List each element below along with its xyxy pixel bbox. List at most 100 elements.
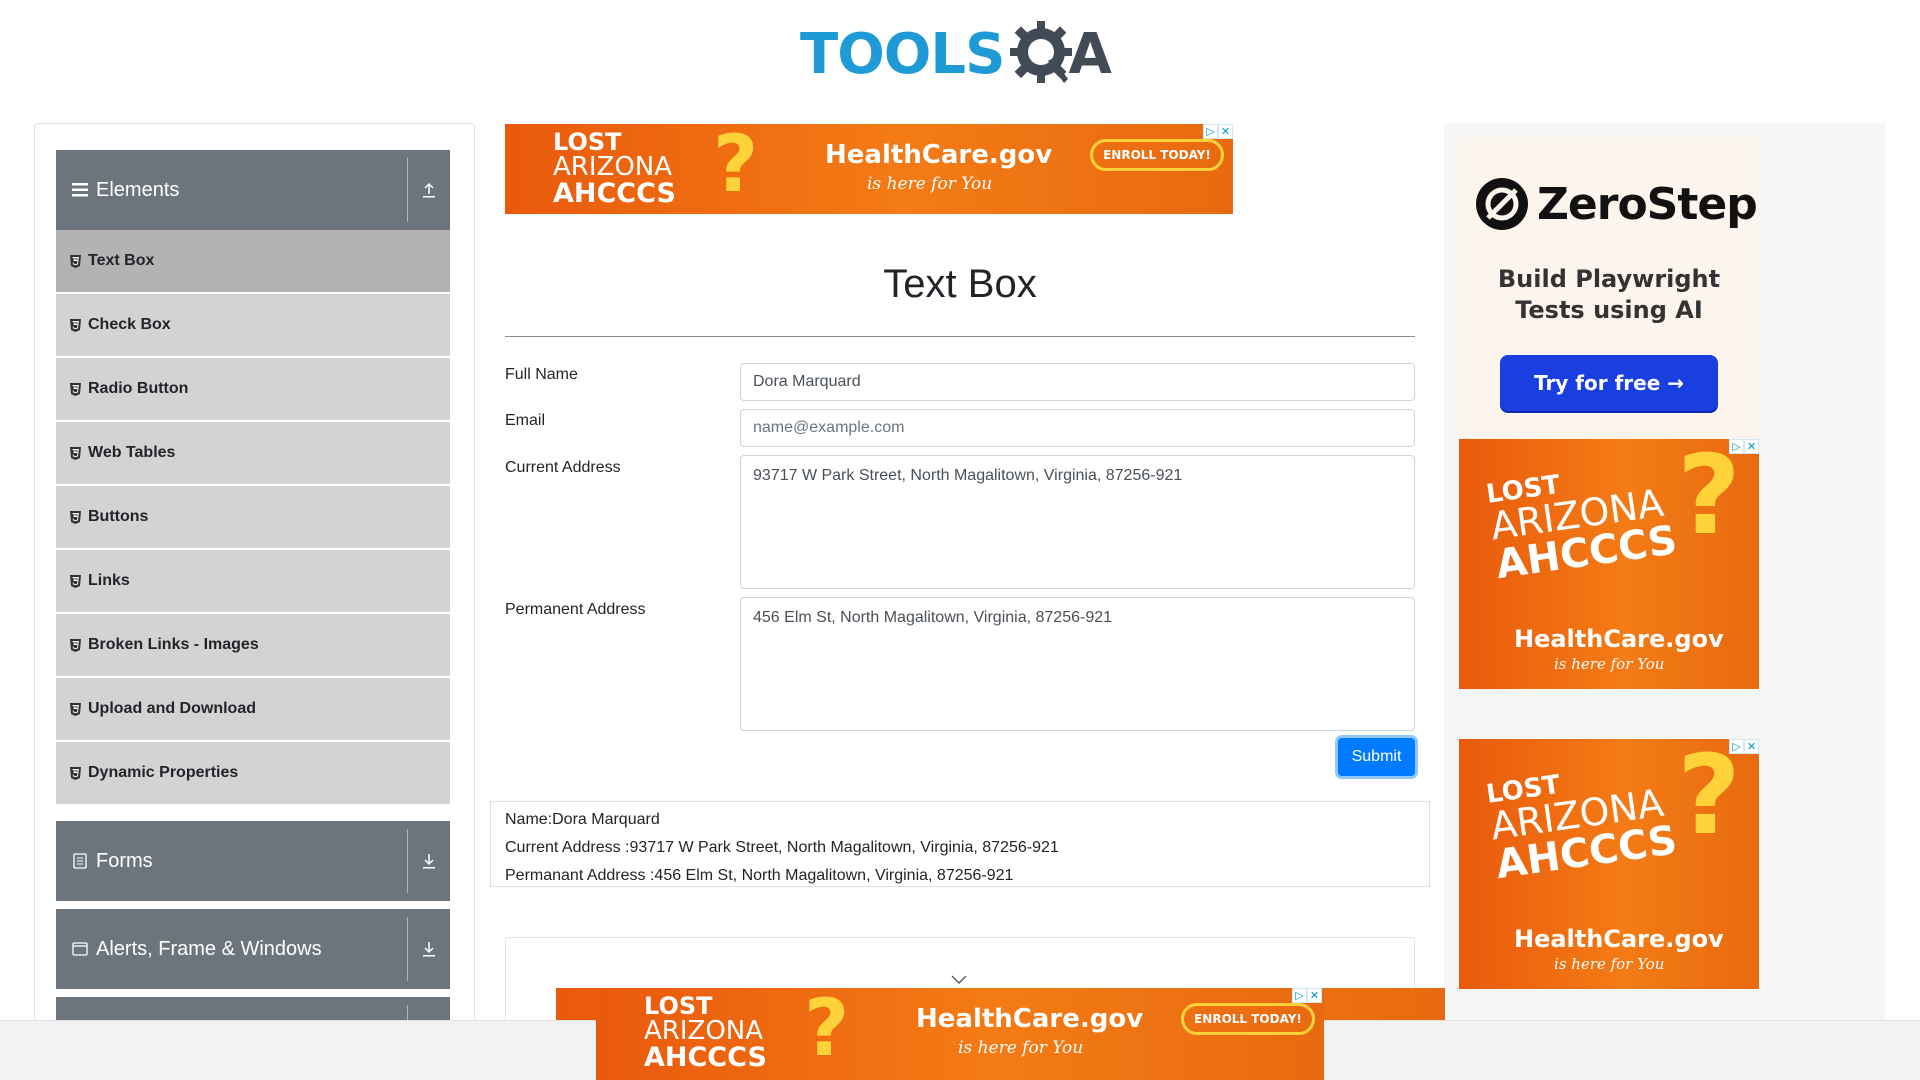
- expand-arrow-down-icon[interactable]: [408, 941, 450, 957]
- sidebar-item-label: Text Box: [88, 252, 155, 269]
- ad-banner-bottom[interactable]: LOST ARIZONA AHCCCS ? HealthCare.gov is …: [596, 988, 1324, 1080]
- title-divider: [505, 336, 1415, 337]
- current-address-textarea[interactable]: [740, 455, 1415, 589]
- sidebar-item-dynamic-properties[interactable]: Dynamic Properties: [56, 742, 450, 804]
- page-title: Text Box: [883, 262, 1037, 306]
- question-mark-icon: ?: [1677, 739, 1741, 859]
- output-panel: Name:Dora Marquard Current Address :9371…: [490, 801, 1430, 887]
- sidebar-item-buttons[interactable]: Buttons: [56, 486, 450, 548]
- gear-q-icon: [1008, 17, 1074, 91]
- html5-icon: [70, 510, 82, 524]
- logo-text-a: A: [1068, 21, 1111, 87]
- sidebar-item-upload-download[interactable]: Upload and Download: [56, 678, 450, 740]
- ad-close-icon[interactable]: ✕: [1218, 124, 1233, 139]
- ad-square-1[interactable]: LOST ARIZONA AHCCCS ? HealthCare.gov is …: [1459, 439, 1759, 689]
- ad-info-icon[interactable]: ▷: [1729, 739, 1744, 754]
- ad-healthcare-text: HealthCare.gov: [1514, 625, 1724, 653]
- output-name: Name:Dora Marquard: [505, 811, 660, 828]
- ad-tagline: is here for You: [867, 174, 993, 194]
- sidebar-item-label: Upload and Download: [88, 700, 256, 717]
- sidebar-group-forms[interactable]: Forms: [56, 821, 450, 901]
- html5-icon: [70, 574, 82, 588]
- ad-healthcare-text: HealthCare.gov: [1514, 925, 1724, 953]
- ad-lost-text: LOST ARIZONA AHCCCS: [644, 992, 767, 1073]
- current-address-label: Current Address: [505, 459, 621, 476]
- sidebar-item-label: Links: [88, 572, 130, 589]
- ad-tagline: is here for You: [1554, 955, 1665, 973]
- sidebar-item-label: Check Box: [88, 316, 171, 333]
- question-mark-icon: ?: [804, 988, 850, 1074]
- question-mark-icon: ?: [1677, 439, 1741, 559]
- group-label: Forms: [96, 849, 153, 872]
- ad-close-icon[interactable]: ✕: [1744, 439, 1759, 454]
- zerostep-icon: [1476, 178, 1528, 230]
- full-name-input[interactable]: [740, 363, 1415, 401]
- collapse-arrow-up-icon[interactable]: [408, 182, 450, 198]
- email-label: Email: [505, 412, 546, 429]
- hamburger-icon: [70, 183, 90, 197]
- permanent-address-textarea[interactable]: [740, 597, 1415, 731]
- sidebar-item-label: Web Tables: [88, 444, 176, 461]
- ad-enroll-button[interactable]: ENROLL TODAY!: [1090, 139, 1224, 171]
- sidebar-item-label: Buttons: [88, 508, 149, 525]
- ad-info-icon[interactable]: ▷: [1292, 988, 1307, 1003]
- sidebar-item-label: Broken Links - Images: [88, 636, 259, 653]
- html5-icon: [70, 766, 82, 780]
- sidebar-item-text-box[interactable]: Text Box: [56, 230, 450, 292]
- ad-tagline: is here for You: [958, 1038, 1084, 1058]
- window-icon: [70, 942, 90, 956]
- sidebar-item-label: Radio Button: [88, 380, 189, 397]
- html5-icon: [70, 702, 82, 716]
- ad-healthcare-text: HealthCare.gov: [916, 1004, 1144, 1034]
- zerostep-logo: ZeroStep: [1475, 177, 1758, 231]
- sidebar-group-alerts[interactable]: Alerts, Frame & Windows: [56, 909, 450, 989]
- zerostep-tagline: Build Playwright Tests using AI: [1497, 265, 1721, 324]
- ad-lost-text: LOST ARIZONA AHCCCS: [1484, 769, 1680, 889]
- ad-choices[interactable]: ▷ ✕: [1729, 439, 1759, 454]
- try-for-free-button[interactable]: Try for free →: [1500, 355, 1718, 411]
- ad-banner-top[interactable]: LOST ARIZONA AHCCCS ? HealthCare.gov is …: [505, 124, 1233, 214]
- output-permanent-address: Permanant Address :456 Elm St, North Mag…: [505, 867, 1014, 884]
- document-icon: [70, 853, 90, 869]
- ad-square-2[interactable]: LOST ARIZONA AHCCCS ? HealthCare.gov is …: [1459, 739, 1759, 989]
- html5-icon: [70, 446, 82, 460]
- submit-button[interactable]: Submit: [1338, 738, 1415, 776]
- ad-lost-text: LOST ARIZONA AHCCCS: [553, 128, 676, 209]
- sticky-ad-choices[interactable]: ▷ ✕: [1292, 988, 1322, 1003]
- ad-choices[interactable]: ▷ ✕: [1729, 739, 1759, 754]
- group-label: Alerts, Frame & Windows: [96, 937, 322, 960]
- group-label: Elements: [96, 178, 180, 201]
- html5-icon: [70, 254, 82, 268]
- ad-close-icon[interactable]: ✕: [1744, 739, 1759, 754]
- toolsqa-logo[interactable]: TOOLS A: [800, 14, 1112, 94]
- zerostep-ad[interactable]: ZeroStep Build Playwright Tests using AI…: [1459, 137, 1759, 439]
- logo-text-tools: TOOLS: [800, 21, 1005, 87]
- ad-close-icon[interactable]: ✕: [1307, 988, 1322, 1003]
- sidebar-item-links[interactable]: Links: [56, 550, 450, 612]
- html5-icon: [70, 638, 82, 652]
- page: TOOLS A Elements Text Box Check Box Radi…: [0, 0, 1920, 1080]
- sidebar-item-web-tables[interactable]: Web Tables: [56, 422, 450, 484]
- ad-healthcare-text: HealthCare.gov: [825, 140, 1053, 170]
- ad-info-icon[interactable]: ▷: [1729, 439, 1744, 454]
- sidebar-item-check-box[interactable]: Check Box: [56, 294, 450, 356]
- expand-arrow-down-icon[interactable]: [408, 853, 450, 869]
- html5-icon: [70, 382, 82, 396]
- ad-info-icon[interactable]: ▷: [1203, 124, 1218, 139]
- full-name-label: Full Name: [505, 366, 578, 383]
- sidebar-item-radio-button[interactable]: Radio Button: [56, 358, 450, 420]
- ad-tagline: is here for You: [1554, 655, 1665, 673]
- html5-icon: [70, 318, 82, 332]
- permanent-address-label: Permanent Address: [505, 601, 646, 618]
- zerostep-name: ZeroStep: [1537, 178, 1758, 230]
- email-input[interactable]: [740, 409, 1415, 447]
- ad-choices[interactable]: ▷ ✕: [1203, 124, 1233, 139]
- output-current-address: Current Address :93717 W Park Street, No…: [505, 839, 1059, 856]
- question-mark-icon: ?: [713, 124, 759, 210]
- ad-lost-text: LOST ARIZONA AHCCCS: [1484, 469, 1680, 589]
- sidebar-item-broken-links[interactable]: Broken Links - Images: [56, 614, 450, 676]
- sidebar-group-elements[interactable]: Elements: [56, 150, 450, 230]
- sidebar-item-label: Dynamic Properties: [88, 764, 239, 781]
- sidebar: Elements Text Box Check Box Radio Button…: [34, 123, 475, 1080]
- ad-enroll-button[interactable]: ENROLL TODAY!: [1181, 1003, 1315, 1035]
